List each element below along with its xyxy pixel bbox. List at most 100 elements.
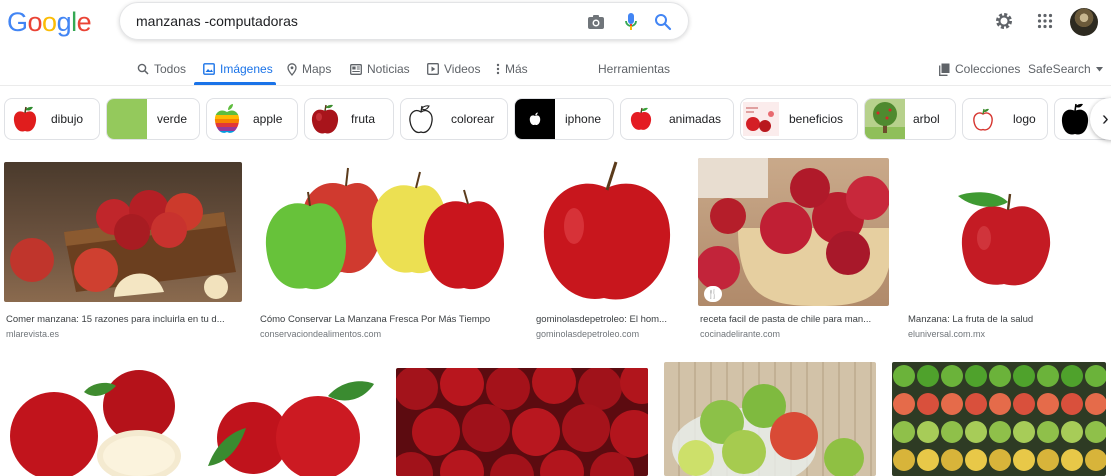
tabs-divider <box>0 85 1111 86</box>
chip-label: iphone <box>565 112 602 126</box>
grid-apple <box>893 365 915 387</box>
grid-apple <box>917 421 939 443</box>
apple-logo-outline-icon <box>963 99 1003 139</box>
grid-apple <box>1061 393 1083 415</box>
result-image-apples-slice[interactable] <box>4 356 181 476</box>
grid-apple <box>917 449 939 471</box>
result-site: cocinadelirante.com <box>700 329 781 339</box>
chip-verde[interactable]: verde <box>106 98 200 140</box>
grid-apple <box>989 393 1011 415</box>
bookmark-icon <box>939 63 950 76</box>
tab-noticias[interactable]: Noticias <box>350 56 410 82</box>
chip-label: verde <box>157 112 188 126</box>
safesearch-label: SafeSearch <box>1028 62 1091 76</box>
grid-apple <box>1013 393 1035 415</box>
result-image-many-red-apples[interactable] <box>396 368 648 476</box>
tab-maps[interactable]: Maps <box>287 56 331 82</box>
result-card[interactable] <box>664 362 876 476</box>
result-card[interactable]: Manzana: La fruta de la salud eluniversa… <box>906 158 1106 342</box>
collections-button[interactable]: Colecciones <box>939 56 1020 82</box>
apple-logo-black-icon <box>515 99 555 139</box>
chip-fruta[interactable]: fruta <box>304 98 394 140</box>
grid-apple <box>965 393 987 415</box>
tools-button[interactable]: Herramientas <box>598 56 670 82</box>
grid-apple <box>1013 421 1035 443</box>
chip-iphone[interactable]: iphone <box>514 98 614 140</box>
chip-colorear[interactable]: colorear <box>400 98 508 140</box>
result-image-apple-basket[interactable]: 🍴 <box>698 158 889 306</box>
result-card[interactable] <box>198 356 380 476</box>
result-card[interactable]: 🍴 receta facil de pasta de chile para ma… <box>698 158 889 342</box>
chip-dibujo[interactable]: dibujo <box>4 98 100 140</box>
grid-apple <box>941 393 963 415</box>
result-card[interactable]: Comer manzana: 15 razones para incluirla… <box>4 162 242 342</box>
tab-videos[interactable]: Videos <box>427 56 480 82</box>
result-image-apple-leaf[interactable] <box>906 158 1106 306</box>
safesearch-button[interactable]: SafeSearch <box>1028 56 1103 82</box>
search-tabs: Todos Imágenes Maps Noticias Videos Más … <box>0 56 1111 82</box>
related-searches-chips: dibujo verde apple fruta colorear iphone… <box>0 98 1111 140</box>
apples-infographic-icon <box>741 99 781 139</box>
grid-apple <box>1013 449 1035 471</box>
result-card[interactable] <box>396 368 648 476</box>
result-title[interactable]: gominolasdepetroleo: El hom... <box>536 314 681 325</box>
grid-apple <box>989 449 1011 471</box>
grid-apple <box>1085 365 1106 387</box>
result-image-two-apples-leaves[interactable] <box>198 356 380 476</box>
result-image-apple-bowl[interactable] <box>664 362 876 476</box>
result-card[interactable]: gominolasdepetroleo: El hom... gominolas… <box>534 158 681 342</box>
logo-letter: o <box>27 7 43 37</box>
account-avatar[interactable] <box>1070 8 1098 36</box>
result-image-apples-crate[interactable] <box>4 162 242 302</box>
result-title[interactable]: receta facil de pasta de chile para man.… <box>700 314 889 325</box>
tab-imagenes[interactable]: Imágenes <box>203 56 273 82</box>
grid-apple <box>917 365 939 387</box>
result-site: mlarevista.es <box>6 329 60 339</box>
logo-letter: e <box>76 7 92 37</box>
gear-icon[interactable] <box>993 10 1015 32</box>
chip-apple[interactable]: apple <box>206 98 298 140</box>
result-card[interactable]: Cómo Conservar La Manzana Fresca Por Más… <box>258 158 517 342</box>
tools-label: Herramientas <box>598 62 671 76</box>
result-card[interactable] <box>4 356 181 476</box>
chip-logo[interactable]: logo <box>962 98 1048 140</box>
apps-grid-icon[interactable] <box>1034 10 1056 32</box>
result-image-single-apple[interactable] <box>534 158 681 306</box>
grid-apple <box>965 449 987 471</box>
result-title[interactable]: Manzana: La fruta de la salud <box>908 314 1106 325</box>
result-image-apple-grid[interactable] <box>892 362 1106 476</box>
map-pin-icon <box>287 62 297 76</box>
red-apple-icon <box>305 99 345 139</box>
grid-apple <box>893 421 915 443</box>
chip-label: colorear <box>451 112 495 126</box>
microphone-icon[interactable] <box>621 12 641 32</box>
black-apple-icon <box>1055 99 1095 139</box>
tab-label: Más <box>505 62 528 76</box>
search-icon[interactable] <box>653 12 673 32</box>
camera-icon[interactable] <box>586 12 606 32</box>
chip-label: apple <box>253 112 283 126</box>
chip-animadas[interactable]: animadas <box>620 98 734 140</box>
result-title[interactable]: Cómo Conservar La Manzana Fresca Por Más… <box>260 314 517 325</box>
grid-apple <box>893 449 915 471</box>
cartoon-apple-icon <box>621 99 661 139</box>
result-title[interactable]: Comer manzana: 15 razones para incluirla… <box>6 314 242 325</box>
search-input[interactable]: manzanas -computadoras <box>136 13 298 29</box>
logo-letter: g <box>56 7 72 37</box>
chip-beneficios[interactable]: beneficios <box>740 98 858 140</box>
grid-apple <box>1061 449 1083 471</box>
google-logo[interactable]: G o o g l e <box>7 7 92 38</box>
tab-todos[interactable]: Todos <box>137 56 186 82</box>
chip-arbol[interactable]: arbol <box>864 98 956 140</box>
result-card[interactable] <box>892 362 1106 476</box>
grid-apple <box>1085 393 1106 415</box>
grid-apple <box>1013 365 1035 387</box>
result-site: conservaciondealimentos.com <box>260 329 382 339</box>
search-box[interactable]: manzanas -computadoras <box>119 2 689 40</box>
result-image-three-apples[interactable] <box>258 158 517 306</box>
tab-label: Maps <box>302 62 332 76</box>
grid-apple <box>1037 449 1059 471</box>
result-site: gominolasdepetroleo.com <box>536 329 640 339</box>
tab-mas[interactable]: Más <box>496 56 528 82</box>
tab-label: Imágenes <box>220 62 273 76</box>
